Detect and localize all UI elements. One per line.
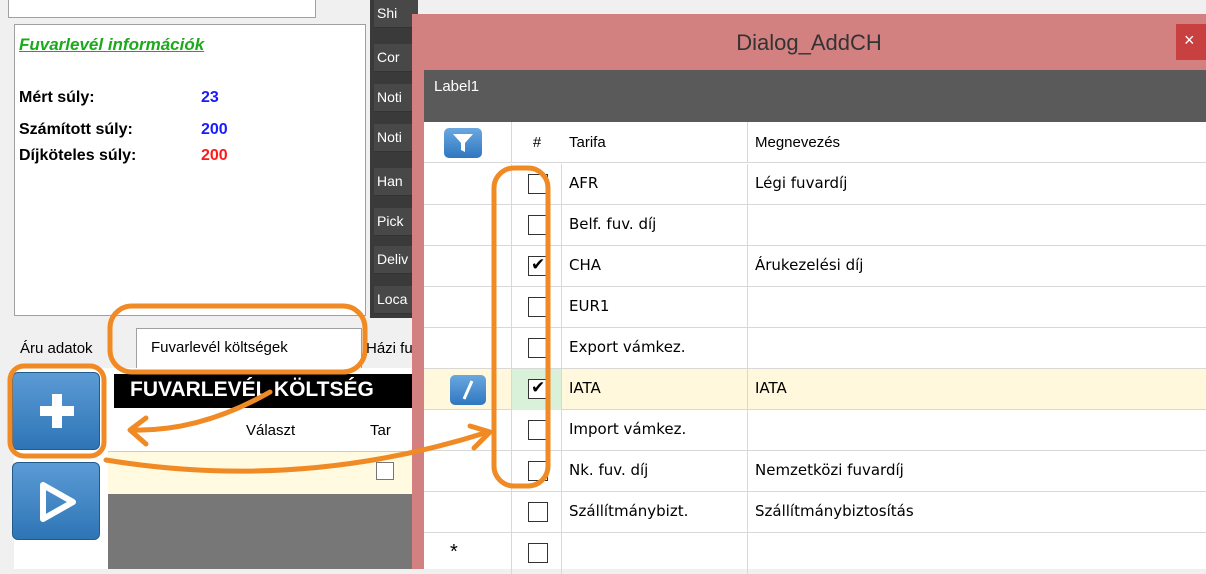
add-button[interactable]	[12, 372, 100, 450]
row-selector[interactable]: *	[424, 533, 512, 574]
info-label-dijkoteles: Díjköteles súly:	[19, 147, 137, 164]
megnevezes-cell[interactable]	[748, 410, 1206, 451]
column-header-number: #	[532, 134, 542, 151]
column-header-megnevezes[interactable]: Megnevezés	[748, 122, 1206, 163]
check-cell	[512, 369, 562, 410]
tab-hazi-fuvarlevel[interactable]: Házi fu	[366, 330, 413, 368]
row-checkbox[interactable]	[528, 297, 548, 317]
row-checkbox[interactable]	[528, 338, 548, 358]
table-row[interactable]: Szállítmánybizt. Szállítmánybiztosítás	[424, 492, 1206, 533]
row-selector[interactable]	[424, 451, 512, 492]
info-value-szamitott: 200	[201, 121, 228, 138]
table-row[interactable]: Export vámkez.	[424, 328, 1206, 369]
costs-grid-row[interactable]	[108, 452, 416, 494]
row-checkbox[interactable]	[528, 461, 548, 481]
filter-cell	[424, 122, 512, 163]
table-row-editing[interactable]: IATA IATA	[424, 369, 1206, 410]
column-header-tarifa[interactable]: Tar	[370, 422, 391, 439]
tarifa-cell[interactable]: CHA	[562, 246, 748, 287]
table-row[interactable]: AFR Légi fuvardíj	[424, 164, 1206, 205]
tarifa-cell[interactable]: EUR1	[562, 287, 748, 328]
info-value-mert: 23	[201, 89, 219, 106]
tarifa-cell[interactable]	[562, 533, 748, 574]
check-cell	[512, 287, 562, 328]
check-cell	[512, 410, 562, 451]
row-selector[interactable]	[424, 205, 512, 246]
row-selector[interactable]	[424, 287, 512, 328]
megnevezes-cell[interactable]: Szállítmánybiztosítás	[748, 492, 1206, 533]
check-cell	[512, 164, 562, 205]
check-cell	[512, 246, 562, 287]
megnevezes-cell[interactable]	[748, 205, 1206, 246]
filter-button[interactable]	[444, 128, 482, 158]
tarifa-cell[interactable]: Import vámkez.	[562, 410, 748, 451]
tarifa-cell[interactable]: AFR	[562, 164, 748, 205]
tarifa-cell[interactable]: Export vámkez.	[562, 328, 748, 369]
info-label-mert: Mért súly:	[19, 89, 95, 106]
filter-icon	[453, 134, 473, 152]
column-header-tarifa[interactable]: Tarifa	[562, 122, 748, 163]
dialog-window: Dialog_AddCH × Label1 # Tarifa Megnevezé…	[412, 14, 1206, 574]
table-row[interactable]: EUR1	[424, 287, 1206, 328]
table-row[interactable]: CHA Árukezelési díj	[424, 246, 1206, 287]
dialog-label: Label1	[424, 70, 1206, 122]
row-selector[interactable]	[424, 492, 512, 533]
check-cell	[512, 492, 562, 533]
info-title: Fuvarlevél információk	[19, 35, 205, 54]
column-header-valaszt[interactable]: Választ	[246, 422, 295, 439]
table-row[interactable]: Nk. fuv. díj Nemzetközi fuvardíj	[424, 451, 1206, 492]
row-checkbox[interactable]	[528, 378, 548, 399]
costs-grid-header: Választ Tar	[108, 410, 416, 452]
megnevezes-cell[interactable]	[748, 328, 1206, 369]
row-checkbox[interactable]	[528, 215, 548, 235]
row-checkbox[interactable]	[528, 543, 548, 563]
plus-icon	[40, 394, 74, 428]
play-button[interactable]	[12, 462, 100, 540]
row-selector[interactable]	[424, 164, 512, 205]
check-cell	[512, 533, 562, 574]
check-cell	[512, 451, 562, 492]
new-row[interactable]: *	[424, 533, 1206, 574]
row-selector[interactable]	[424, 328, 512, 369]
tarifa-cell[interactable]: Belf. fuv. díj	[562, 205, 748, 246]
edit-icon	[450, 375, 486, 405]
megnevezes-cell[interactable]: Nemzetközi fuvardíj	[748, 451, 1206, 492]
table-row[interactable]: Import vámkez.	[424, 410, 1206, 451]
row-selector[interactable]	[424, 410, 512, 451]
megnevezes-cell[interactable]: IATA	[748, 369, 1206, 410]
megnevezes-cell[interactable]	[748, 287, 1206, 328]
tab-bar: Áru adatok Fuvarlevél költségek Házi fu	[14, 316, 416, 368]
row-checkbox[interactable]	[376, 462, 394, 480]
tarifa-cell[interactable]: Nk. fuv. díj	[562, 451, 748, 492]
row-selector[interactable]	[424, 369, 512, 410]
grid-header-row: # Tarifa Megnevezés	[424, 122, 1206, 163]
tab-aru-adatok[interactable]: Áru adatok	[20, 330, 93, 368]
row-checkbox[interactable]	[528, 174, 548, 194]
table-row[interactable]: Belf. fuv. díj	[424, 205, 1206, 246]
row-checkbox[interactable]	[528, 255, 548, 276]
costs-header: FUVARLEVÉL KÖLTSÉG	[114, 374, 424, 408]
check-cell	[512, 328, 562, 369]
play-icon	[40, 482, 76, 522]
megnevezes-cell[interactable]	[748, 533, 1206, 574]
new-row-marker: *	[450, 541, 458, 563]
row-selector[interactable]	[424, 246, 512, 287]
dialog-title: Dialog_AddCH	[736, 30, 882, 55]
tab-fuvarlevel-koltsegek[interactable]: Fuvarlevél költségek	[136, 328, 362, 368]
info-value-dijkoteles: 200	[201, 147, 228, 164]
tariff-grid: # Tarifa Megnevezés AFR Légi fuvardíj Be…	[424, 122, 1206, 574]
info-panel: Fuvarlevél információk Mért súly: 23 Szá…	[14, 24, 366, 316]
close-button[interactable]: ×	[1176, 24, 1206, 60]
row-checkbox[interactable]	[528, 502, 548, 522]
top-input-box[interactable]	[8, 0, 316, 18]
check-cell	[512, 205, 562, 246]
megnevezes-cell[interactable]: Árukezelési díj	[748, 246, 1206, 287]
tarifa-cell[interactable]: Szállítmánybizt.	[562, 492, 748, 533]
megnevezes-cell[interactable]: Légi fuvardíj	[748, 164, 1206, 205]
row-checkbox[interactable]	[528, 420, 548, 440]
tarifa-cell[interactable]: IATA	[562, 369, 748, 410]
info-label-szamitott: Számított súly:	[19, 121, 133, 138]
